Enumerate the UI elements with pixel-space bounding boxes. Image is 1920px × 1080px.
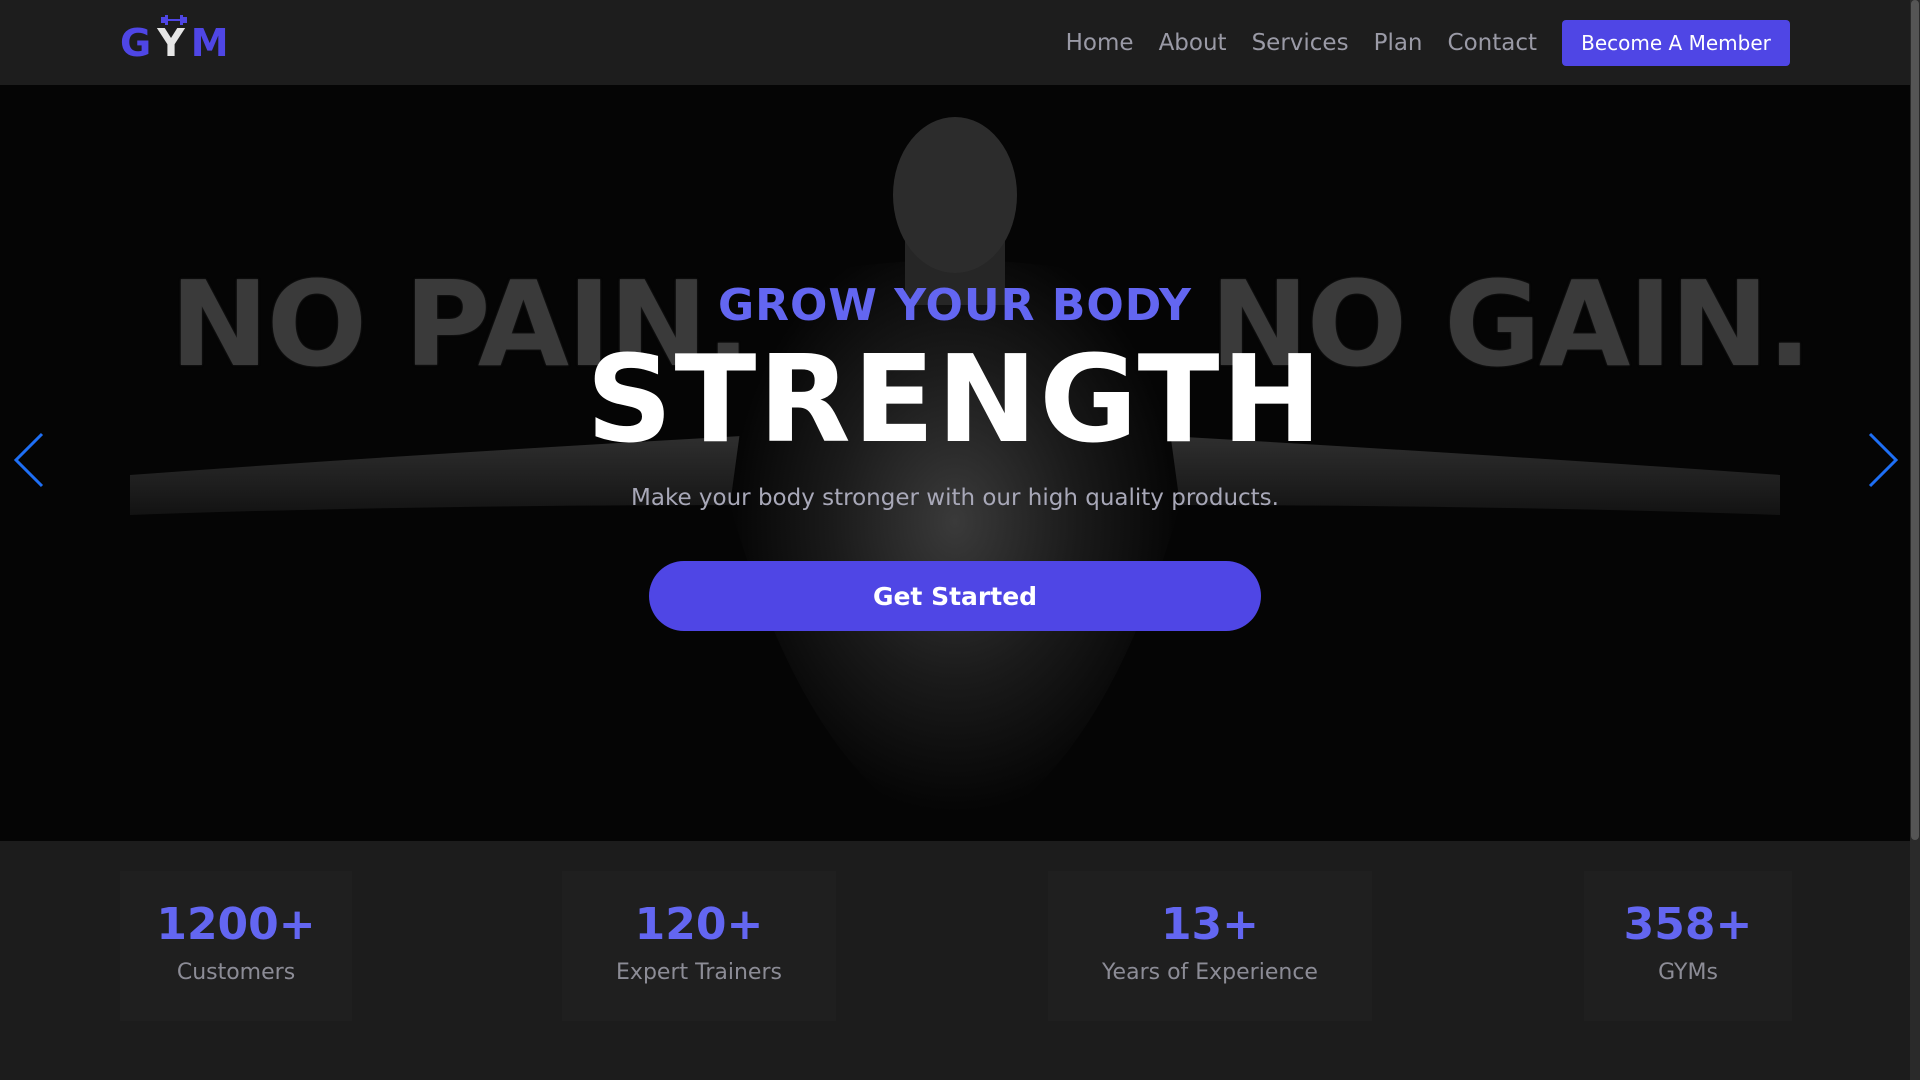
hero-content: GROW YOUR BODY STRENGTH Make your body s… bbox=[0, 85, 1910, 631]
scrollbar[interactable] bbox=[1910, 0, 1920, 1080]
nav-home[interactable]: Home bbox=[1066, 30, 1134, 56]
nav-plan[interactable]: Plan bbox=[1374, 30, 1423, 56]
chevron-left-icon[interactable] bbox=[10, 430, 50, 490]
hero-description: Make your body stronger with our high qu… bbox=[631, 485, 1279, 511]
stat-value: 1200+ bbox=[156, 899, 316, 950]
stat-value: 13+ bbox=[1160, 899, 1260, 950]
stat-label: Customers bbox=[176, 960, 296, 985]
navbar: G Y M Home About Services Plan Contact B… bbox=[0, 0, 1910, 85]
logo-letter-m: M bbox=[190, 20, 235, 65]
logo-letter-y: Y bbox=[157, 14, 191, 65]
nav-links: Home About Services Plan Contact Become … bbox=[1041, 19, 1790, 66]
hero-subtitle: GROW YOUR BODY bbox=[717, 280, 1192, 331]
stat-customers: 1200+ Customers bbox=[120, 871, 352, 1021]
nav-contact[interactable]: Contact bbox=[1448, 30, 1537, 56]
stat-value: 120+ bbox=[634, 899, 764, 950]
nav-services[interactable]: Services bbox=[1252, 30, 1349, 56]
stat-trainers: 120+ Expert Trainers bbox=[562, 871, 836, 1021]
hero-slider: NO PAIN. NO GAIN. GROW YOUR BODY STRENGT… bbox=[0, 85, 1910, 841]
logo-letter-g: G bbox=[120, 20, 158, 65]
stat-label: Years of Experience bbox=[1102, 960, 1318, 985]
get-started-button[interactable]: Get Started bbox=[649, 561, 1261, 631]
stats-section: 1200+ Customers 120+ Expert Trainers 13+… bbox=[0, 841, 1910, 1080]
page: G Y M Home About Services Plan Contact B… bbox=[0, 0, 1920, 1080]
stat-experience: 13+ Years of Experience bbox=[1048, 871, 1372, 1021]
stat-value: 358+ bbox=[1623, 899, 1753, 950]
scrollbar-thumb[interactable] bbox=[1911, 0, 1919, 840]
logo[interactable]: G Y M bbox=[120, 14, 235, 65]
become-member-button[interactable]: Become A Member bbox=[1562, 19, 1790, 66]
stat-label: GYMs bbox=[1658, 960, 1718, 985]
dumbbell-icon bbox=[160, 14, 187, 25]
stat-gyms: 358+ GYMs bbox=[1584, 871, 1792, 1021]
chevron-right-icon[interactable] bbox=[1862, 430, 1902, 490]
nav-about[interactable]: About bbox=[1159, 30, 1227, 56]
hero-title: STRENGTH bbox=[586, 331, 1324, 470]
stat-label: Expert Trainers bbox=[616, 960, 782, 985]
